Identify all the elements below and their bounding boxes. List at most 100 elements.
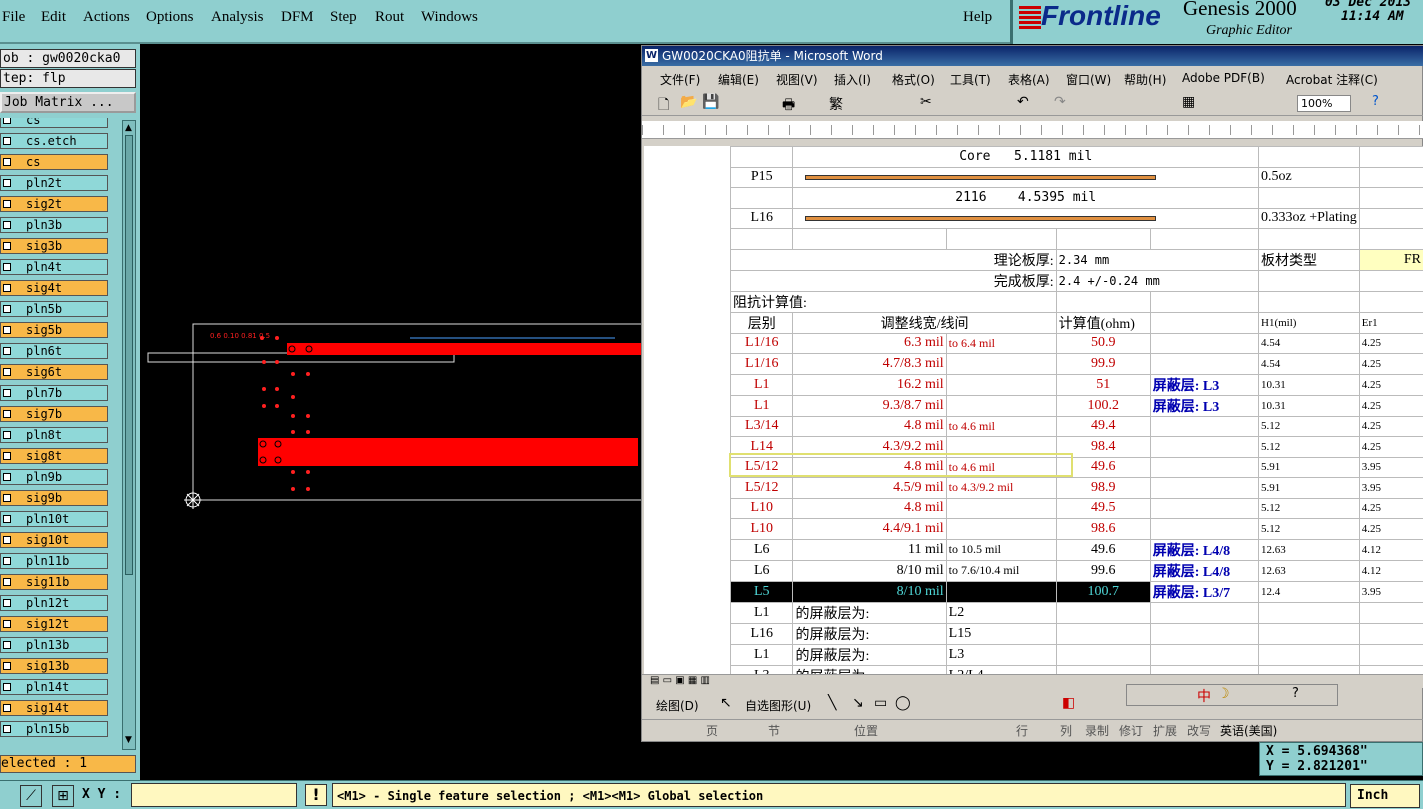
layer-checkbox[interactable]	[3, 725, 11, 733]
arrow-icon[interactable]: ↘	[852, 695, 864, 711]
layer-checkbox[interactable]	[3, 368, 11, 376]
layer-item[interactable]: pln12t	[0, 595, 108, 611]
layer-item[interactable]: pln6t	[0, 343, 108, 359]
layer-checkbox[interactable]	[3, 599, 11, 607]
layer-item[interactable]: sig11b	[0, 574, 108, 590]
help-icon[interactable]: ?	[1372, 94, 1379, 109]
oval-icon[interactable]: ◯	[895, 695, 911, 711]
layer-item[interactable]: sig13b	[0, 658, 108, 674]
layer-checkbox[interactable]	[3, 452, 11, 460]
view-mode-icon[interactable]: ▤ ▭ ▣ ▦ ▥	[650, 675, 710, 686]
layer-checkbox[interactable]	[3, 158, 11, 166]
layer-checkbox[interactable]	[3, 473, 11, 481]
layer-item[interactable]: pln15b	[0, 721, 108, 737]
word-menu-item[interactable]: Acrobat 注释(C)	[1286, 71, 1378, 88]
select-arrow-icon[interactable]: ↖	[720, 695, 732, 711]
layer-checkbox[interactable]	[3, 242, 11, 250]
scroll-up-icon[interactable]: ▲	[125, 123, 132, 133]
layer-item[interactable]: sig4t	[0, 280, 108, 296]
layer-checkbox[interactable]	[3, 557, 11, 565]
layer-checkbox[interactable]	[3, 536, 11, 544]
menu-options[interactable]: Options	[146, 9, 194, 26]
layer-checkbox[interactable]	[3, 179, 11, 187]
xy-input[interactable]	[131, 783, 297, 807]
menu-windows[interactable]: Windows	[421, 9, 478, 26]
word-menu-item[interactable]: 帮助(H)	[1124, 71, 1166, 88]
rectangle-icon[interactable]: ▭	[874, 695, 887, 711]
font-tool-icon[interactable]: 繁	[829, 94, 843, 114]
layer-item[interactable]: sig3b	[0, 238, 108, 254]
word-menu-item[interactable]: 格式(O)	[892, 71, 935, 88]
warning-icon[interactable]: !	[305, 784, 327, 806]
layer-checkbox[interactable]	[3, 410, 11, 418]
layer-item[interactable]: pln3b	[0, 217, 108, 233]
layer-checkbox[interactable]	[3, 515, 11, 523]
menu-file[interactable]: File	[2, 9, 25, 26]
layer-item[interactable]: cs.etch	[0, 133, 108, 149]
scroll-down-icon[interactable]: ▼	[125, 735, 132, 745]
layer-scrollbar[interactable]: ▲ ▼	[122, 120, 136, 750]
layer-item[interactable]: pln8t	[0, 427, 108, 443]
layer-item[interactable]: pln14t	[0, 679, 108, 695]
layer-item[interactable]: sig10t	[0, 532, 108, 548]
layer-item[interactable]: cs	[0, 118, 108, 128]
step-name-field[interactable]: tep: flp	[0, 69, 136, 88]
layer-checkbox[interactable]	[3, 389, 11, 397]
zoom-select[interactable]: 100%	[1297, 95, 1351, 112]
layer-item[interactable]: sig6t	[0, 364, 108, 380]
print-icon[interactable]: 🖶	[782, 94, 795, 118]
document-area[interactable]: Core 5.1181 mil P15 0.5oz 2116 4.5395 mil…	[644, 146, 1423, 676]
cut-icon[interactable]: ✂	[920, 94, 932, 110]
menu-dfm[interactable]: DFM	[281, 9, 314, 26]
line-icon[interactable]: ╲	[828, 695, 836, 711]
measure-icon[interactable]: ⟋	[20, 785, 42, 807]
grid-snap-icon[interactable]: ⊞	[52, 785, 74, 807]
layer-checkbox[interactable]	[3, 431, 11, 439]
menu-rout[interactable]: Rout	[375, 9, 404, 26]
layer-item[interactable]: pln10t	[0, 511, 108, 527]
word-menu-item[interactable]: 视图(V)	[776, 71, 818, 88]
layer-item[interactable]: cs	[0, 154, 108, 170]
word-menu-item[interactable]: Adobe PDF(B)	[1182, 71, 1265, 85]
layer-item[interactable]: sig14t	[0, 700, 108, 716]
redo-icon[interactable]: ↷	[1054, 94, 1066, 110]
ime-moon-icon[interactable]: ☽	[1217, 686, 1230, 702]
status-rec[interactable]: 录制	[1085, 722, 1109, 739]
layer-checkbox[interactable]	[3, 704, 11, 712]
units-toggle[interactable]: Inch	[1350, 784, 1420, 808]
word-menu-item[interactable]: 工具(T)	[950, 71, 991, 88]
save-icon[interactable]: 💾	[702, 94, 719, 110]
status-ovr[interactable]: 改写	[1187, 722, 1211, 739]
draw-menu[interactable]: 绘图(D)	[656, 697, 699, 714]
word-menu-item[interactable]: 编辑(E)	[718, 71, 759, 88]
layer-checkbox[interactable]	[3, 578, 11, 586]
layer-checkbox[interactable]	[3, 662, 11, 670]
layer-item[interactable]: pln2t	[0, 175, 108, 191]
fill-color-icon[interactable]: ◧	[1062, 695, 1075, 711]
menu-edit[interactable]: Edit	[41, 9, 66, 26]
layer-checkbox[interactable]	[3, 137, 11, 145]
layer-item[interactable]: pln5b	[0, 301, 108, 317]
autoshape-menu[interactable]: 自选图形(U)	[745, 697, 811, 714]
undo-icon[interactable]: ↶	[1017, 94, 1029, 110]
layer-checkbox[interactable]	[3, 326, 11, 334]
new-doc-icon[interactable]: 🗋	[658, 94, 669, 118]
word-menu-item[interactable]: 窗口(W)	[1066, 71, 1111, 88]
layer-item[interactable]: sig8t	[0, 448, 108, 464]
layer-item[interactable]: sig2t	[0, 196, 108, 212]
job-name-field[interactable]: ob : gw0020cka0	[0, 49, 136, 68]
layer-item[interactable]: sig12t	[0, 616, 108, 632]
layer-checkbox[interactable]	[3, 118, 11, 124]
word-menu-item[interactable]: 表格(A)	[1008, 71, 1050, 88]
layer-checkbox[interactable]	[3, 683, 11, 691]
layer-checkbox[interactable]	[3, 305, 11, 313]
status-ext[interactable]: 扩展	[1153, 722, 1177, 739]
ruler[interactable]	[642, 121, 1423, 139]
word-menu-item[interactable]: 插入(I)	[834, 71, 871, 88]
layer-checkbox[interactable]	[3, 284, 11, 292]
layer-item[interactable]: pln13b	[0, 637, 108, 653]
layer-item[interactable]: sig7b	[0, 406, 108, 422]
open-icon[interactable]: 📂	[680, 94, 697, 110]
menu-help[interactable]: Help	[963, 9, 992, 26]
layer-item[interactable]: pln4t	[0, 259, 108, 275]
